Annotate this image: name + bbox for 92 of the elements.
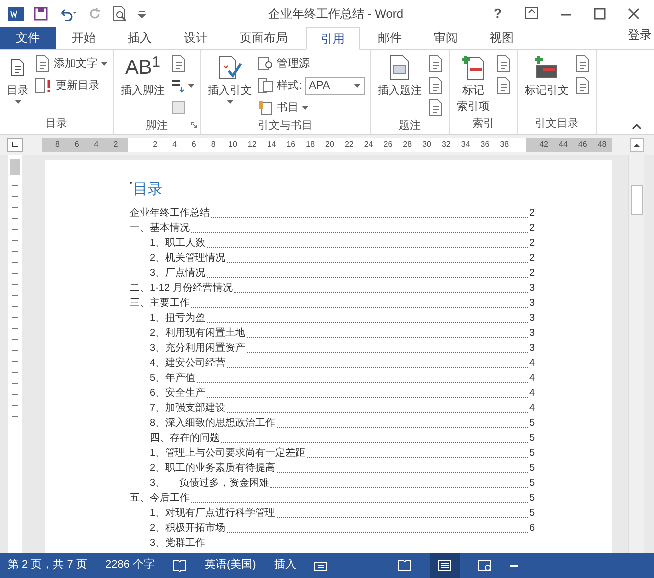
update-warning-icon bbox=[35, 78, 53, 94]
ribbon-button[interactable]: 插入引文 bbox=[206, 54, 254, 118]
toc-entry[interactable]: 2、利用现有闲置土地 3 bbox=[130, 326, 535, 341]
ribbon-tab[interactable]: 开始 bbox=[58, 27, 110, 49]
ribbon-button[interactable]: 标记 索引项 bbox=[455, 54, 492, 116]
toc-entry[interactable]: 3、厂点情况 2 bbox=[130, 266, 535, 281]
read-mode-icon[interactable] bbox=[398, 560, 412, 572]
add-text-icon bbox=[35, 55, 51, 73]
toc-entry[interactable]: 1、扭亏为盈 3 bbox=[130, 311, 535, 326]
table-of-contents-icon bbox=[10, 59, 26, 77]
insert-mode[interactable]: 插入 bbox=[274, 557, 296, 574]
toc-entry[interactable]: 7、加强支部建设 4 bbox=[130, 401, 535, 416]
ribbon-button[interactable]: 标记引文 bbox=[523, 54, 572, 116]
toc-entry[interactable]: 3、 负债过多，资金困难 5 bbox=[130, 476, 535, 491]
citation-check-icon bbox=[217, 55, 243, 81]
left-tab-icon bbox=[12, 142, 18, 148]
ribbon-tab[interactable]: 页面布局 bbox=[226, 27, 302, 49]
page-count[interactable]: 第 2 页，共 7 页 bbox=[8, 557, 88, 574]
document-icon bbox=[496, 77, 512, 95]
word-logo-icon bbox=[8, 6, 24, 22]
document-icon bbox=[171, 55, 187, 73]
ribbon-small-button[interactable]: 更新目录 bbox=[35, 78, 100, 94]
toc-entry[interactable]: 1、对现有厂点进行科学管理 5 bbox=[130, 506, 535, 521]
toc-entry[interactable]: 四、存在的问题 5 bbox=[130, 431, 535, 446]
file-tab[interactable]: 文件 bbox=[0, 27, 56, 49]
save-icon[interactable] bbox=[34, 7, 48, 21]
zoom-out-icon[interactable] bbox=[510, 564, 518, 568]
toc-entry[interactable]: 2、机关管理情况 2 bbox=[130, 251, 535, 266]
web-layout-icon[interactable] bbox=[478, 560, 492, 572]
print-preview-icon[interactable] bbox=[112, 6, 128, 22]
style-select[interactable]: APA bbox=[305, 77, 366, 95]
bibliography-icon bbox=[258, 100, 274, 116]
group-label: 目录 bbox=[46, 116, 68, 132]
document-icon bbox=[496, 55, 512, 73]
toc-entry[interactable]: 二、1-12 月份经营情况 3 bbox=[130, 281, 535, 296]
group-label: 脚注 bbox=[146, 118, 168, 134]
ribbon-small-button[interactable]: 样式: bbox=[258, 78, 302, 94]
help-button[interactable]: ? bbox=[486, 4, 510, 24]
toc-entry[interactable]: 2、职工的业务素质有待提高 5 bbox=[130, 461, 535, 476]
scroll-up-icon[interactable] bbox=[630, 138, 644, 152]
document-icon bbox=[575, 77, 592, 95]
toc-entry[interactable]: 一、基本情况 2 bbox=[130, 221, 535, 236]
toc-entry[interactable]: 4、建安公司经营 4 bbox=[130, 356, 535, 371]
document-icon bbox=[428, 77, 444, 95]
toc-entry[interactable]: 5、年产值 4 bbox=[130, 371, 535, 386]
ribbon-tab[interactable]: 视图 bbox=[476, 27, 528, 49]
tab-selector[interactable] bbox=[7, 138, 23, 152]
group-label: 引文目录 bbox=[535, 116, 580, 132]
document-icon bbox=[575, 55, 592, 73]
ribbon-button[interactable]: 目录 bbox=[5, 54, 31, 116]
toc-entry[interactable]: 3、充分利用闲置资产 3 bbox=[130, 341, 535, 356]
picture-document-icon bbox=[389, 55, 412, 81]
ribbon-tab[interactable]: 审阅 bbox=[420, 27, 472, 49]
word-count[interactable]: 2286 个字 bbox=[105, 557, 155, 574]
group-label: 题注 bbox=[399, 118, 422, 134]
proofing-book-icon[interactable] bbox=[173, 560, 187, 572]
window-title: 企业年终工作总结 - Word bbox=[267, 6, 405, 23]
toc-entry[interactable]: 三、主要工作 3 bbox=[130, 296, 535, 311]
group-label: 引文与书目 bbox=[258, 118, 314, 134]
toc-entry[interactable]: 2、积极开拓市场 6 bbox=[130, 521, 535, 536]
footnote-icon: AB$^{1}$ bbox=[125, 55, 161, 81]
caret-icon bbox=[188, 84, 195, 88]
group-label: 索引 bbox=[472, 116, 495, 132]
ribbon-tab[interactable]: 插入 bbox=[114, 27, 166, 49]
horizontal-ruler: 8 6 4 2 2 4 6 8 10 12 14 16 18 20 22 24 26 28 30 32 34 36 38 42 44 46 48 bbox=[42, 138, 612, 152]
toc-entry[interactable]: 五、今后工作 5 bbox=[130, 491, 535, 506]
customize-toolbar-icon[interactable] bbox=[138, 10, 146, 18]
ribbon-button[interactable]: AB$^{1}$ 插入脚注 bbox=[119, 54, 167, 118]
ribbon-button[interactable]: 插入题注 bbox=[376, 54, 424, 118]
document-icon bbox=[428, 99, 444, 117]
toc-entry[interactable]: 企业年终工作总结 2 bbox=[130, 206, 535, 221]
login-link[interactable]: 登录 bbox=[628, 26, 654, 44]
vertical-scrollbar[interactable] bbox=[628, 155, 644, 553]
ribbon-tab[interactable]: 邮件 bbox=[364, 27, 416, 49]
toc-entry[interactable]: 1、管理上与公司要求尚有一定差距 5 bbox=[130, 446, 535, 461]
toc-heading: 目录 bbox=[133, 180, 163, 200]
toc-entry[interactable]: 8、深入细致的思想政治工作 5 bbox=[130, 416, 535, 431]
document-icon bbox=[428, 55, 444, 73]
collapse-ribbon-icon[interactable] bbox=[632, 124, 642, 130]
language-indicator[interactable]: 英语(美国) bbox=[205, 557, 256, 574]
ribbon-small-button[interactable]: 管理源 bbox=[258, 56, 310, 72]
ribbon-tab[interactable]: 设计 bbox=[170, 27, 222, 49]
toc-entry[interactable]: 3、党群工作 bbox=[130, 536, 535, 551]
dialog-launcher-icon[interactable] bbox=[191, 122, 198, 129]
next-footnote-icon bbox=[171, 78, 187, 94]
toc-entry[interactable]: 6、安全生产 4 bbox=[130, 386, 535, 401]
ribbon-small-button[interactable]: 添加文字 bbox=[35, 55, 108, 73]
ribbon-tab[interactable]: 引用 bbox=[306, 27, 360, 50]
ribbon-small-button[interactable]: 书目 bbox=[258, 100, 309, 116]
print-layout-icon[interactable] bbox=[438, 560, 452, 572]
caret-icon bbox=[354, 84, 362, 88]
toc-entry[interactable]: 1、职工人数 2 bbox=[130, 236, 535, 251]
